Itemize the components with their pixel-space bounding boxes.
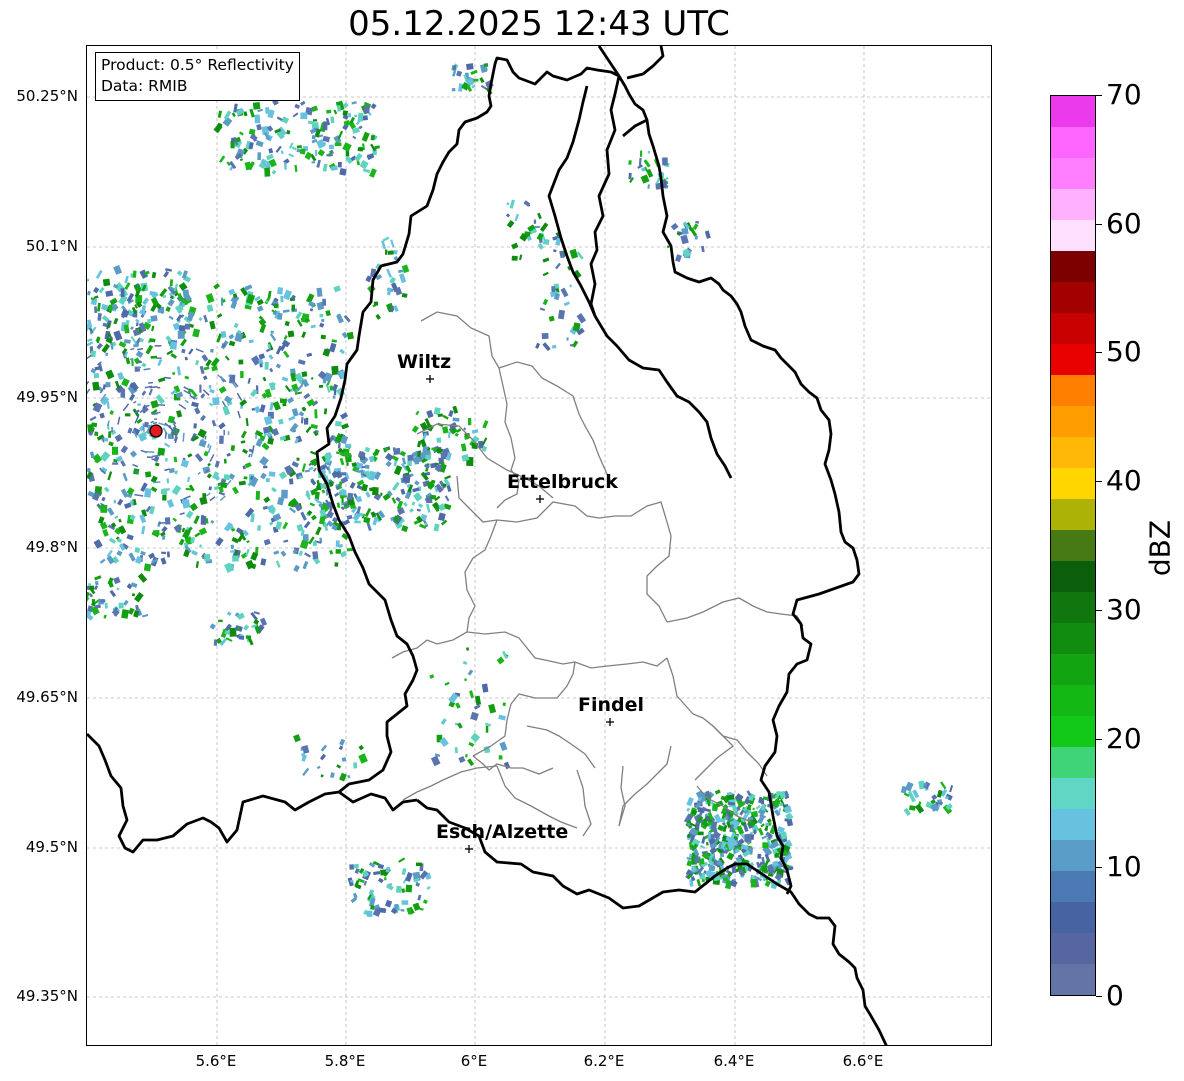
lat-label: 49.5°N xyxy=(25,838,78,856)
city-label-ettelbruck: Ettelbruck xyxy=(507,471,618,493)
red-dot-icon xyxy=(149,424,163,438)
city-label-wiltz: Wiltz xyxy=(397,351,452,373)
colorbar-segment xyxy=(1051,716,1095,747)
colorbar-segment xyxy=(1051,654,1095,685)
colorbar-tick-label: 50 xyxy=(1106,335,1142,368)
lon-label: 5.8°E xyxy=(324,1052,366,1070)
colorbar-segment xyxy=(1051,375,1095,406)
colorbar-segment xyxy=(1051,778,1095,809)
colorbar-segment xyxy=(1051,437,1095,468)
lat-label: 49.95°N xyxy=(16,388,78,406)
colorbar-segment xyxy=(1051,313,1095,344)
colorbar-segment xyxy=(1051,933,1095,964)
colorbar-segment xyxy=(1051,623,1095,654)
colorbar xyxy=(1050,95,1096,996)
lon-label: 6.2°E xyxy=(583,1052,625,1070)
data-source-label: Data: RMIB xyxy=(101,77,188,95)
colorbar-segment xyxy=(1051,871,1095,902)
map-title: 05.12.2025 12:43 UTC xyxy=(348,4,730,44)
colorbar-segment xyxy=(1051,127,1095,158)
colorbar-unit-label: dBZ xyxy=(1143,519,1177,577)
gridlines xyxy=(87,46,991,1045)
lat-label: 50.25°N xyxy=(16,87,78,105)
colorbar-segment xyxy=(1051,220,1095,251)
product-info-box: Product: 0.5° Reflectivity Data: RMIB xyxy=(95,52,300,101)
colorbar-tick xyxy=(1096,224,1102,225)
colorbar-segment xyxy=(1051,809,1095,840)
colorbar-segment xyxy=(1051,282,1095,313)
colorbar-tick xyxy=(1096,739,1102,740)
colorbar-tick-label: 40 xyxy=(1106,464,1142,497)
colorbar-segment xyxy=(1051,96,1095,127)
colorbar-tick-label: 30 xyxy=(1106,593,1142,626)
colorbar-tick-label: 70 xyxy=(1106,78,1142,111)
colorbar-tick xyxy=(1096,95,1102,96)
lat-label: 49.8°N xyxy=(25,538,78,556)
colorbar-tick-label: 60 xyxy=(1106,207,1142,240)
city-label-findel: Findel xyxy=(578,694,645,716)
colorbar-segment xyxy=(1051,747,1095,778)
colorbar-tick-label: 20 xyxy=(1106,722,1142,755)
colorbar-tick xyxy=(1096,867,1102,868)
colorbar-segment xyxy=(1051,840,1095,871)
lon-label: 6.4°E xyxy=(713,1052,755,1070)
lon-label: 5.6°E xyxy=(195,1052,237,1070)
colorbar-segment xyxy=(1051,561,1095,592)
canton-borders xyxy=(391,311,804,837)
colorbar-segment xyxy=(1051,499,1095,530)
colorbar-segment xyxy=(1051,189,1095,220)
lon-label: 6°E xyxy=(460,1052,488,1070)
lon-label: 6.6°E xyxy=(842,1052,884,1070)
colorbar-tick xyxy=(1096,481,1102,482)
colorbar-segment xyxy=(1051,406,1095,437)
radar-map[interactable] xyxy=(86,45,992,1046)
colorbar-segment xyxy=(1051,158,1095,189)
colorbar-segment xyxy=(1051,685,1095,716)
colorbar-tick-label: 0 xyxy=(1106,979,1124,1012)
colorbar-segment xyxy=(1051,902,1095,933)
city-markers xyxy=(426,375,614,853)
colorbar-segment xyxy=(1051,964,1095,995)
lat-label: 49.35°N xyxy=(16,987,78,1005)
product-label: Product: 0.5° Reflectivity xyxy=(101,56,294,74)
colorbar-segment xyxy=(1051,251,1095,282)
colorbar-segment xyxy=(1051,530,1095,561)
map-canvas xyxy=(87,46,991,1045)
colorbar-segment xyxy=(1051,344,1095,375)
colorbar-tick-label: 10 xyxy=(1106,850,1142,883)
colorbar-tick xyxy=(1096,610,1102,611)
lat-label: 50.1°N xyxy=(25,237,78,255)
lat-label: 49.65°N xyxy=(16,688,78,706)
city-label-esch-alzette: Esch/Alzette xyxy=(436,821,569,843)
colorbar-segment xyxy=(1051,592,1095,623)
colorbar-tick xyxy=(1096,352,1102,353)
colorbar-segment xyxy=(1051,468,1095,499)
colorbar-tick xyxy=(1096,996,1102,997)
